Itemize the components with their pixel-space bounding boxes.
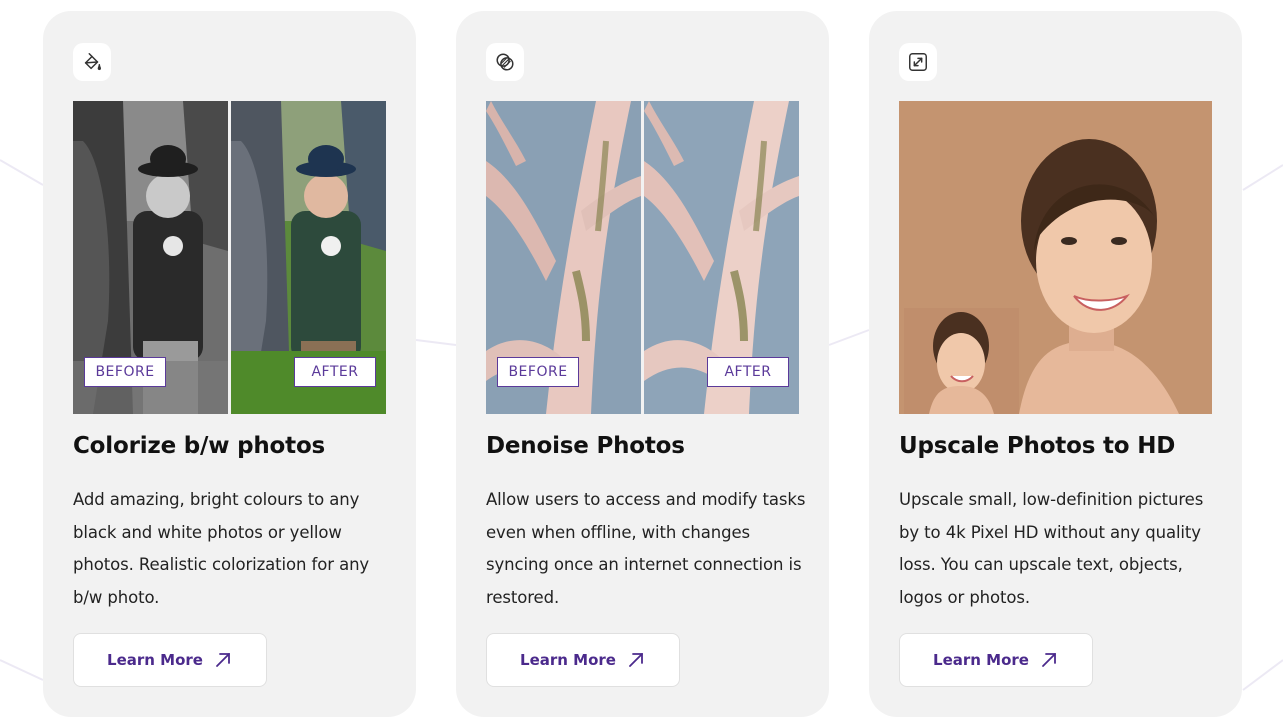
learn-more-button[interactable]: Learn More bbox=[899, 633, 1093, 687]
learn-more-label: Learn More bbox=[520, 651, 616, 669]
expand-icon bbox=[899, 43, 937, 81]
feature-card-colorize: BEFORE AFTER Colorize b/w photos Add ama… bbox=[43, 11, 416, 717]
after-photo: AFTER bbox=[644, 101, 799, 414]
before-photo: BEFORE bbox=[73, 101, 228, 414]
card-description: Upscale small, low-definition pictures b… bbox=[899, 490, 1204, 608]
arrow-up-right-icon bbox=[216, 653, 230, 667]
upscale-example-image bbox=[899, 101, 1212, 414]
learn-more-button[interactable]: Learn More bbox=[73, 633, 267, 687]
learn-more-label: Learn More bbox=[107, 651, 203, 669]
before-photo: BEFORE bbox=[486, 101, 641, 414]
feature-card-denoise: BEFORE AFTER Denoise Photos Allow users … bbox=[456, 11, 829, 717]
overlapping-circles-icon bbox=[486, 43, 524, 81]
card-description: Add amazing, bright colours to any black… bbox=[73, 490, 370, 608]
arrow-up-right-icon bbox=[1042, 653, 1056, 667]
learn-more-label: Learn More bbox=[933, 651, 1029, 669]
card-title: Upscale Photos to HD bbox=[899, 433, 1176, 459]
arrow-up-right-icon bbox=[629, 653, 643, 667]
after-photo: AFTER bbox=[231, 101, 386, 414]
before-label: BEFORE bbox=[84, 357, 166, 387]
card-description: Allow users to access and modify tasks e… bbox=[486, 490, 806, 608]
before-label: BEFORE bbox=[497, 357, 579, 387]
portrait-photo bbox=[899, 101, 1212, 414]
before-after-image: BEFORE AFTER bbox=[73, 101, 386, 414]
after-label: AFTER bbox=[707, 357, 789, 387]
paint-bucket-icon bbox=[73, 43, 111, 81]
before-after-image: BEFORE AFTER bbox=[486, 101, 799, 414]
card-title: Denoise Photos bbox=[486, 433, 685, 459]
feature-card-upscale: Upscale Photos to HD Upscale small, low-… bbox=[869, 11, 1242, 717]
learn-more-button[interactable]: Learn More bbox=[486, 633, 680, 687]
card-title: Colorize b/w photos bbox=[73, 433, 326, 459]
after-label: AFTER bbox=[294, 357, 376, 387]
